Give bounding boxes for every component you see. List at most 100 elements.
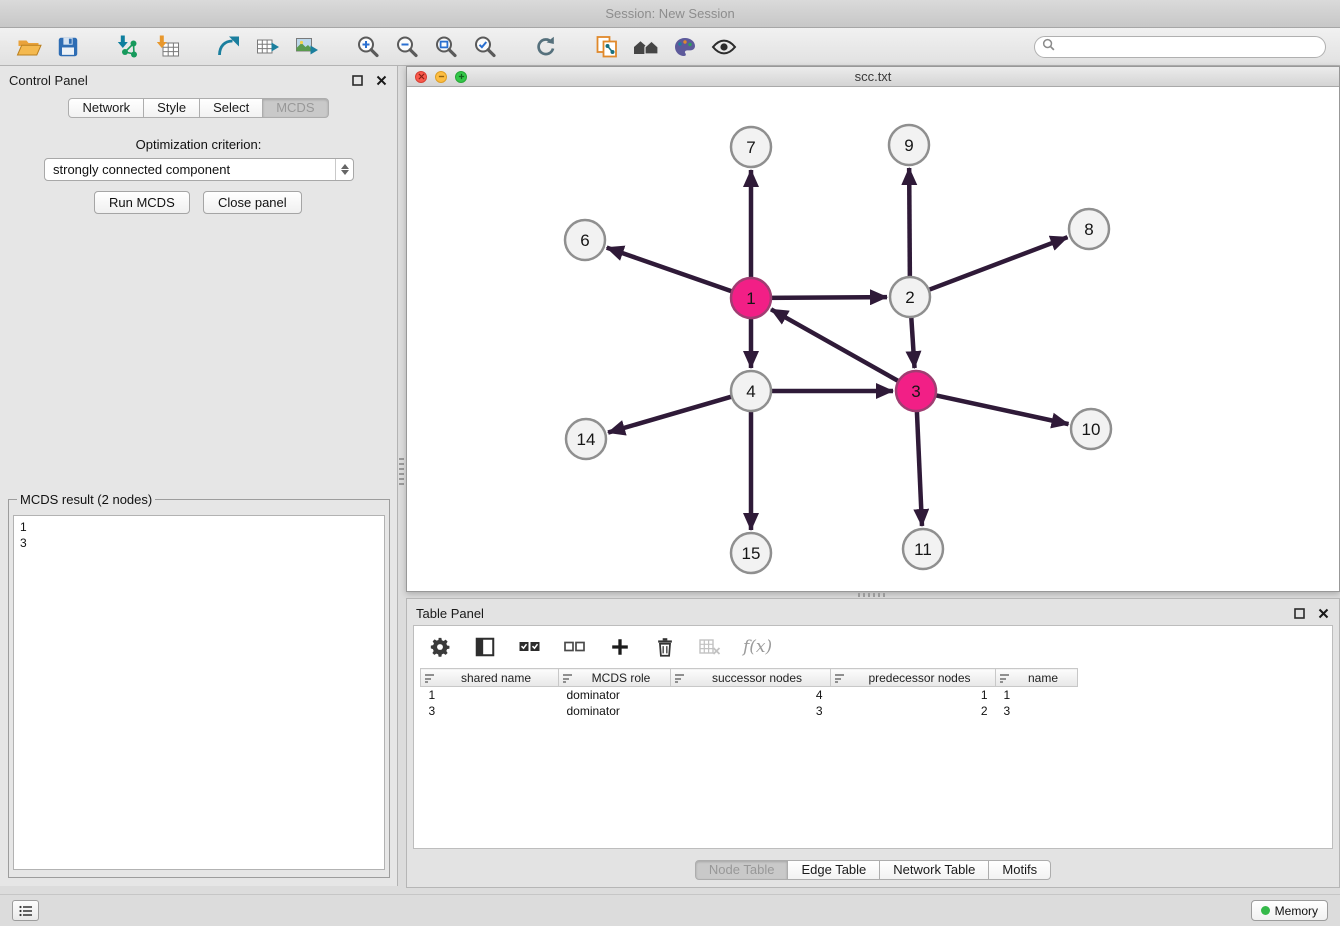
- show-columns-icon[interactable]: [473, 635, 497, 659]
- column-header-name[interactable]: name: [996, 669, 1078, 687]
- mcds-result-box[interactable]: 13: [13, 515, 385, 870]
- table-cell-shared-name[interactable]: 3: [421, 703, 559, 719]
- vertical-splitter-handle[interactable]: [399, 458, 404, 488]
- control-tab-mcds[interactable]: MCDS: [262, 98, 328, 118]
- close-table-panel-icon[interactable]: [1316, 606, 1330, 620]
- graph-node-10[interactable]: 10: [1071, 409, 1111, 449]
- criterion-dropdown[interactable]: strongly connected component: [44, 158, 354, 181]
- export-table-icon[interactable]: [253, 32, 283, 62]
- network-canvas[interactable]: 7 9 6 8 1 2 4 3 14 10 15 11: [407, 87, 1339, 591]
- first-neighbors-icon[interactable]: [631, 32, 661, 62]
- control-tab-style[interactable]: Style: [143, 98, 200, 118]
- control-tab-network[interactable]: Network: [68, 98, 144, 118]
- graph-edge-1-2[interactable]: [767, 297, 887, 298]
- float-table-panel-icon[interactable]: [1292, 606, 1306, 620]
- graph-node-2[interactable]: 2: [890, 277, 930, 317]
- graph-node-15[interactable]: 15: [731, 533, 771, 573]
- graph-edge-1-6[interactable]: [607, 248, 736, 293]
- window-title: Session: New Session: [605, 6, 734, 21]
- horizontal-splitter-handle[interactable]: [858, 593, 888, 597]
- search-input[interactable]: [1055, 38, 1325, 56]
- svg-text:3: 3: [911, 382, 920, 401]
- graph-edge-2-8[interactable]: [925, 237, 1068, 291]
- float-panel-icon[interactable]: [350, 73, 364, 87]
- refresh-network-icon[interactable]: [531, 32, 561, 62]
- graph-node-1[interactable]: 1: [731, 278, 771, 318]
- run-mcds-button[interactable]: Run MCDS: [94, 191, 190, 214]
- table-cell-shared-name[interactable]: 1: [421, 687, 559, 703]
- column-header-mcds-role[interactable]: MCDS role: [559, 669, 671, 687]
- add-row-icon[interactable]: [608, 635, 632, 659]
- main-toolbar: [0, 28, 1340, 66]
- table-tab-network-table[interactable]: Network Table: [879, 860, 989, 880]
- graph-node-3[interactable]: 3: [896, 371, 936, 411]
- maximize-window-icon[interactable]: [455, 71, 467, 83]
- export-network-icon[interactable]: [214, 32, 244, 62]
- graph-node-9[interactable]: 9: [889, 125, 929, 165]
- control-tab-select[interactable]: Select: [199, 98, 263, 118]
- graph-edge-3-1[interactable]: [771, 309, 902, 383]
- graph-node-6[interactable]: 6: [565, 220, 605, 260]
- show-graphics-details-eye-icon[interactable]: [709, 32, 739, 62]
- column-header-successor-nodes[interactable]: successor nodes: [671, 669, 831, 687]
- node-table-area: f(x) shared nameMCDS rolesuccessor nodes…: [413, 625, 1333, 849]
- table-tab-motifs[interactable]: Motifs: [988, 860, 1051, 880]
- graph-edge-3-11[interactable]: [917, 407, 922, 526]
- zoom-fit-icon[interactable]: [431, 32, 461, 62]
- column-attr-icon: [425, 674, 434, 683]
- close-window-icon[interactable]: [415, 71, 427, 83]
- graph-edge-4-14[interactable]: [608, 395, 736, 432]
- deselect-all-icon[interactable]: [563, 635, 587, 659]
- export-image-icon[interactable]: [292, 32, 322, 62]
- search-box[interactable]: [1034, 36, 1326, 58]
- status-bar: Memory: [0, 894, 1340, 926]
- close-panel-icon[interactable]: [374, 73, 388, 87]
- table-cell-name[interactable]: 3: [996, 703, 1078, 719]
- graph-edge-2-3[interactable]: [911, 313, 915, 368]
- zoom-out-icon[interactable]: [392, 32, 422, 62]
- column-header-shared-name[interactable]: shared name: [421, 669, 559, 687]
- column-header-predecessor-nodes[interactable]: predecessor nodes: [831, 669, 996, 687]
- svg-text:2: 2: [905, 288, 914, 307]
- network-window-title: scc.txt: [407, 69, 1339, 84]
- svg-text:6: 6: [580, 231, 589, 250]
- memory-label: Memory: [1275, 904, 1318, 918]
- column-attr-icon: [675, 674, 684, 683]
- save-session-icon[interactable]: [53, 32, 83, 62]
- minimize-window-icon[interactable]: [435, 71, 447, 83]
- table-cell-successor-nodes[interactable]: 3: [671, 703, 831, 719]
- status-menu-button[interactable]: [12, 900, 39, 921]
- graph-node-11[interactable]: 11: [903, 529, 943, 569]
- graph-edge-3-10[interactable]: [932, 394, 1069, 424]
- table-cell-mcds-role[interactable]: dominator: [559, 703, 671, 719]
- duplicate-network-icon[interactable]: [592, 32, 622, 62]
- apply-style-icon[interactable]: [670, 32, 700, 62]
- criterion-dropdown-value: strongly connected component: [53, 162, 230, 177]
- table-settings-gear-icon[interactable]: [428, 635, 452, 659]
- svg-text:9: 9: [904, 136, 913, 155]
- graph-node-4[interactable]: 4: [731, 371, 771, 411]
- open-session-icon[interactable]: [14, 32, 44, 62]
- network-window-titlebar[interactable]: scc.txt: [407, 67, 1339, 87]
- zoom-in-icon[interactable]: [353, 32, 383, 62]
- table-row[interactable]: 1dominator411: [421, 687, 1078, 703]
- table-tab-edge-table[interactable]: Edge Table: [787, 860, 880, 880]
- import-network-icon[interactable]: [114, 32, 144, 62]
- import-table-icon[interactable]: [153, 32, 183, 62]
- delete-row-trash-icon[interactable]: [653, 635, 677, 659]
- close-panel-button[interactable]: Close panel: [203, 191, 302, 214]
- table-cell-predecessor-nodes[interactable]: 1: [831, 687, 996, 703]
- graph-node-14[interactable]: 14: [566, 419, 606, 459]
- graph-node-7[interactable]: 7: [731, 127, 771, 167]
- table-cell-successor-nodes[interactable]: 4: [671, 687, 831, 703]
- table-tab-node-table[interactable]: Node Table: [695, 860, 789, 880]
- select-all-icon[interactable]: [518, 635, 542, 659]
- table-row[interactable]: 3dominator323: [421, 703, 1078, 719]
- zoom-selected-icon[interactable]: [470, 32, 500, 62]
- table-cell-mcds-role[interactable]: dominator: [559, 687, 671, 703]
- graph-edge-2-9[interactable]: [909, 168, 910, 281]
- memory-button[interactable]: Memory: [1251, 900, 1328, 921]
- table-cell-predecessor-nodes[interactable]: 2: [831, 703, 996, 719]
- graph-node-8[interactable]: 8: [1069, 209, 1109, 249]
- table-cell-name[interactable]: 1: [996, 687, 1078, 703]
